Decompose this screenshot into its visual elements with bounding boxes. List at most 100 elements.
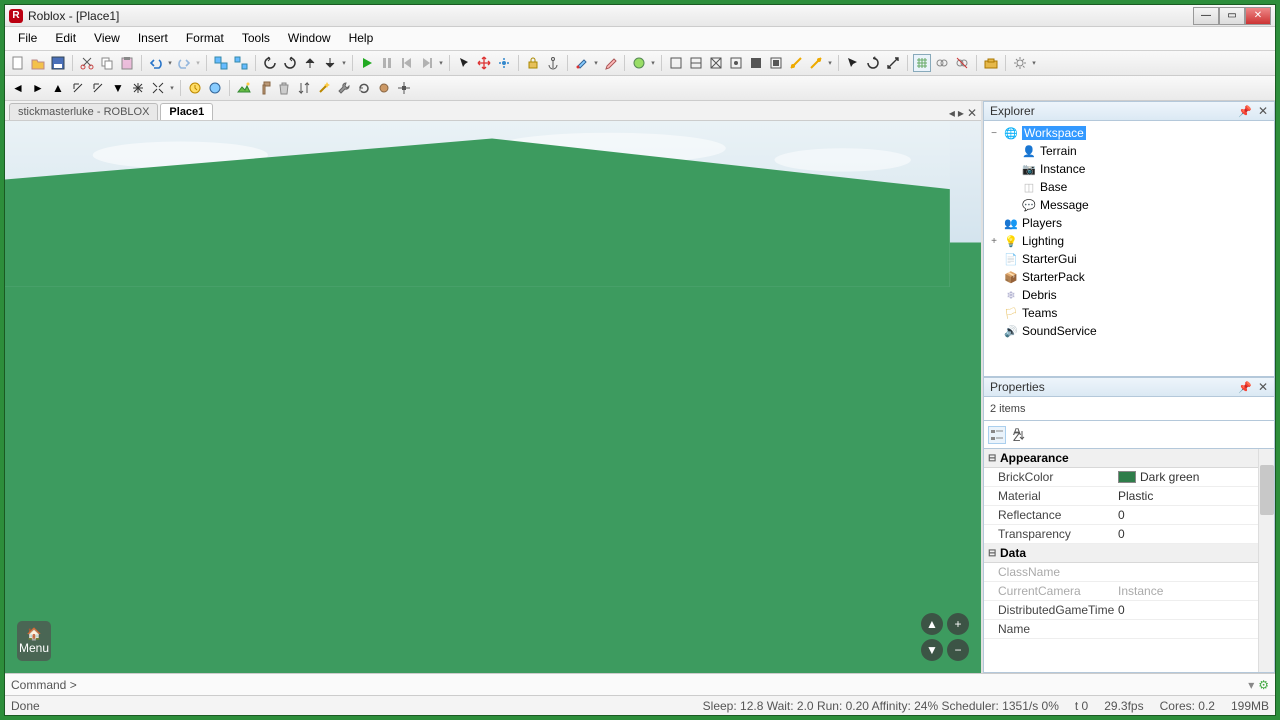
move-icon[interactable] (475, 54, 493, 72)
command-bar[interactable]: Command > ▾ ⚙ (5, 673, 1275, 695)
rotate-left-icon[interactable] (261, 54, 279, 72)
tree-item-terrain[interactable]: 👤Terrain (984, 142, 1274, 160)
tree-item-players[interactable]: 👥Players (984, 214, 1274, 232)
trash-icon[interactable] (275, 79, 293, 97)
constrain2-icon[interactable] (953, 54, 971, 72)
camera-down-button[interactable]: ▼ (921, 639, 943, 661)
undo-dropdown[interactable]: ▾ (167, 54, 173, 72)
paint-icon[interactable] (573, 54, 591, 72)
arrow-right-icon[interactable]: ► (29, 79, 47, 97)
grid-icon[interactable] (913, 54, 931, 72)
tree-item-lighting[interactable]: +💡Lighting (984, 232, 1274, 250)
category-toggle-icon[interactable]: ⊟ (988, 548, 1000, 559)
tree-item-workspace[interactable]: −🌐Workspace (984, 124, 1274, 142)
prop-row-distributedgametime[interactable]: DistributedGameTime0 (984, 601, 1274, 620)
tab-close-icon[interactable]: ✕ (967, 106, 977, 120)
settings-icon[interactable] (1011, 54, 1029, 72)
joint2-icon[interactable] (807, 54, 825, 72)
hammer-icon[interactable] (255, 79, 273, 97)
tree-item-base[interactable]: ◫Base (984, 178, 1274, 196)
terrain-icon[interactable] (235, 79, 253, 97)
joint1-icon[interactable] (787, 54, 805, 72)
prop-row-brickcolor[interactable]: BrickColorDark green (984, 468, 1274, 487)
arrow-left-icon[interactable]: ◄ (9, 79, 27, 97)
prop-value[interactable]: Plastic (1114, 489, 1274, 503)
tilt-down-icon[interactable] (321, 54, 339, 72)
play-icon[interactable] (358, 54, 376, 72)
paste-icon[interactable] (118, 54, 136, 72)
tree-item-starterpack[interactable]: 📦StarterPack (984, 268, 1274, 286)
drag-rotate-icon[interactable] (864, 54, 882, 72)
settings-dropdown[interactable]: ▾ (1031, 54, 1037, 72)
nav-dropdown[interactable]: ▾ (169, 79, 175, 97)
center-icon[interactable] (129, 79, 147, 97)
anchor-icon[interactable] (544, 54, 562, 72)
properties-scrollbar[interactable] (1258, 449, 1274, 672)
wrench-icon[interactable] (335, 79, 353, 97)
surface3-icon[interactable] (707, 54, 725, 72)
menu-file[interactable]: File (9, 27, 46, 50)
menu-window[interactable]: Window (279, 27, 340, 50)
panel-close-icon[interactable]: ✕ (1258, 104, 1268, 118)
prop-value[interactable]: 0 (1114, 527, 1274, 541)
new-icon[interactable] (9, 54, 27, 72)
menu-format[interactable]: Format (177, 27, 233, 50)
tree-item-startergui[interactable]: 📄StarterGui (984, 250, 1274, 268)
reload-icon[interactable] (355, 79, 373, 97)
surface4-icon[interactable] (727, 54, 745, 72)
tab-next-icon[interactable]: ▸ (958, 106, 964, 120)
viewport-3d[interactable]: 🏠 Menu ▲ + ▼ − (5, 121, 981, 673)
surface-dropdown[interactable]: ▾ (827, 54, 833, 72)
prop-value[interactable]: 0 (1114, 603, 1274, 617)
sort-icon[interactable] (295, 79, 313, 97)
arrow-up-icon[interactable]: ▲ (49, 79, 67, 97)
properties-grid[interactable]: ⊟AppearanceBrickColorDark greenMaterialP… (983, 449, 1275, 673)
pause-icon[interactable] (378, 54, 396, 72)
sort-az-icon[interactable]: AZ (1010, 426, 1028, 444)
cut-icon[interactable] (78, 54, 96, 72)
close-button[interactable]: ✕ (1245, 7, 1271, 25)
group-icon[interactable] (212, 54, 230, 72)
step-fwd-icon[interactable] (418, 54, 436, 72)
surface1-icon[interactable] (667, 54, 685, 72)
drag-resize-icon[interactable] (884, 54, 902, 72)
prop-row-currentcamera[interactable]: CurrentCameraInstance (984, 582, 1274, 601)
prop-row-transparency[interactable]: Transparency0 (984, 525, 1274, 544)
sphere-icon[interactable] (375, 79, 393, 97)
prop-value[interactable]: Dark green (1114, 470, 1274, 484)
redo-icon[interactable] (175, 54, 193, 72)
explorer-tree[interactable]: −🌐Workspace👤Terrain📷Instance◫Base💬Messag… (983, 121, 1275, 377)
sky-icon[interactable] (206, 79, 224, 97)
category-toggle-icon[interactable]: ⊟ (988, 453, 1000, 464)
surface5-icon[interactable] (747, 54, 765, 72)
maximize-button[interactable]: ▭ (1219, 7, 1245, 25)
select-icon[interactable] (455, 54, 473, 72)
prop-row-reflectance[interactable]: Reflectance0 (984, 506, 1274, 525)
tree-item-soundservice[interactable]: 🔊SoundService (984, 322, 1274, 340)
toolbox-icon[interactable] (982, 54, 1000, 72)
prop-row-classname[interactable]: ClassName (984, 563, 1274, 582)
expand-icon[interactable] (149, 79, 167, 97)
prop-row-name[interactable]: Name (984, 620, 1274, 639)
tree-toggle-icon[interactable]: − (988, 128, 1000, 139)
panel-close-icon[interactable]: ✕ (1258, 380, 1268, 394)
arrow-upleft-icon[interactable] (69, 79, 87, 97)
prop-value[interactable]: 0 (1114, 508, 1274, 522)
lock-icon[interactable] (524, 54, 542, 72)
titlebar[interactable]: R Roblox - [Place1] — ▭ ✕ (5, 5, 1275, 27)
pin-icon[interactable]: 📌 (1238, 381, 1252, 394)
hud-menu-button[interactable]: 🏠 Menu (17, 621, 51, 661)
menu-tools[interactable]: Tools (233, 27, 279, 50)
tilt-up-icon[interactable] (301, 54, 319, 72)
material-icon[interactable] (630, 54, 648, 72)
time-icon[interactable] (186, 79, 204, 97)
properties-title[interactable]: Properties 📌 ✕ (983, 377, 1275, 397)
step-back-icon[interactable] (398, 54, 416, 72)
constrain1-icon[interactable] (933, 54, 951, 72)
menu-edit[interactable]: Edit (46, 27, 85, 50)
tree-item-teams[interactable]: 🏳Teams (984, 304, 1274, 322)
tree-item-message[interactable]: 💬Message (984, 196, 1274, 214)
command-input[interactable] (79, 678, 1249, 692)
prop-row-material[interactable]: MaterialPlastic (984, 487, 1274, 506)
categorize-icon[interactable] (988, 426, 1006, 444)
